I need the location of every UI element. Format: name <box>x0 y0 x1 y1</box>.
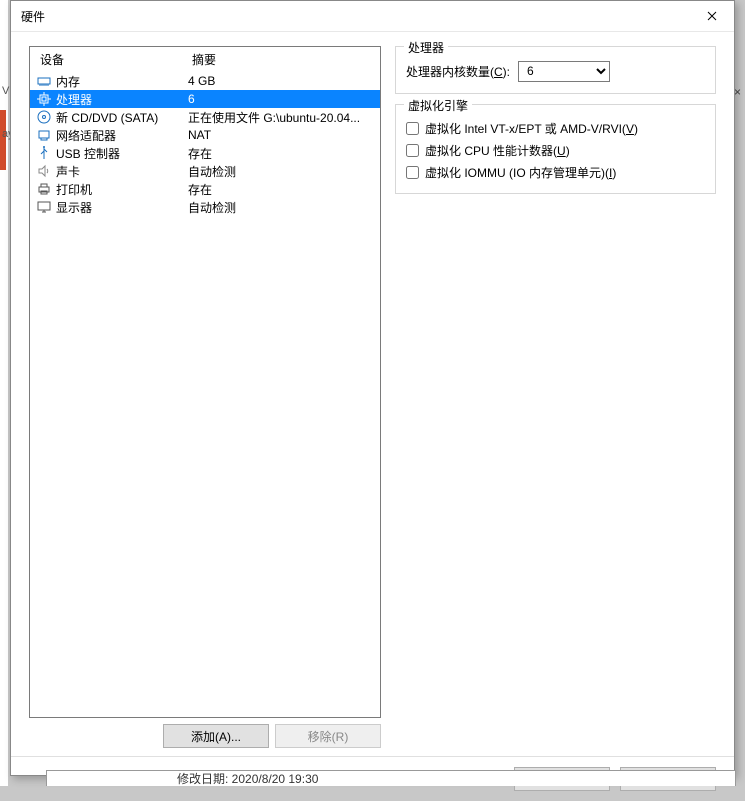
usb-icon <box>36 145 52 161</box>
device-summary: 自动检测 <box>188 199 380 216</box>
bg-close-hint: × <box>734 85 741 99</box>
column-device: 设备 <box>30 51 192 68</box>
cpu-icon <box>36 91 52 107</box>
sound-icon <box>36 163 52 179</box>
add-button[interactable]: 添加(A)... <box>163 724 269 748</box>
device-row[interactable]: 内存 4 GB <box>30 72 380 90</box>
device-summary: 4 GB <box>188 74 380 88</box>
dialog-title: 硬件 <box>21 8 689 25</box>
virt-perf-label: 虚拟化 CPU 性能计数器(U) <box>425 142 570 159</box>
display-icon <box>36 199 52 215</box>
device-summary: 存在 <box>188 145 380 162</box>
remove-button[interactable]: 移除(R) <box>275 724 381 748</box>
processor-cores-select[interactable]: 6 <box>518 61 610 82</box>
cores-label: 处理器内核数量(C): <box>406 63 510 80</box>
device-row[interactable]: 声卡 自动检测 <box>30 162 380 180</box>
nic-icon <box>36 127 52 143</box>
virtualization-group: 虚拟化引擎 虚拟化 Intel VT-x/EPT 或 AMD-V/RVI(V) … <box>395 104 716 194</box>
device-list[interactable]: 设备 摘要 内存 4 GB 处理器 6 新 CD/DVD (SATA) 正在使用文件 G:… <box>29 46 381 718</box>
processors-group: 处理器 处理器内核数量(C): 6 <box>395 46 716 94</box>
hardware-dialog: 硬件 设备 摘要 内存 4 GB 处理器 6 新 CD/DVD (SATA) 正在使用文件… <box>10 0 735 776</box>
device-row[interactable]: 新 CD/DVD (SATA) 正在使用文件 G:\ubuntu-20.04... <box>30 108 380 126</box>
column-summary: 摘要 <box>192 51 380 68</box>
background-window-strip: 修改日期: 2020/8/20 19:30 <box>46 770 736 786</box>
device-summary: 自动检测 <box>188 163 380 180</box>
device-row[interactable]: 处理器 6 <box>30 90 380 108</box>
virt-perf-checkbox[interactable] <box>406 144 419 157</box>
memory-icon <box>36 73 52 89</box>
bg-letter: V <box>2 85 9 97</box>
device-summary: 正在使用文件 G:\ubuntu-20.04... <box>188 109 380 126</box>
device-summary: 存在 <box>188 181 380 198</box>
add-button-label: 添加(A)... <box>191 728 241 745</box>
virt-iommu-checkbox[interactable] <box>406 166 419 179</box>
titlebar: 硬件 <box>11 1 734 32</box>
device-row[interactable]: 网络适配器 NAT <box>30 126 380 144</box>
virtualization-legend: 虚拟化引擎 <box>404 97 472 114</box>
virt-vtx-label: 虚拟化 Intel VT-x/EPT 或 AMD-V/RVI(V) <box>425 120 638 137</box>
printer-icon <box>36 181 52 197</box>
processors-legend: 处理器 <box>404 39 448 56</box>
virt-vtx-checkbox[interactable] <box>406 122 419 135</box>
device-name: 打印机 <box>56 181 92 198</box>
device-name: 新 CD/DVD (SATA) <box>56 109 158 126</box>
close-icon[interactable] <box>689 1 734 31</box>
device-name: 处理器 <box>56 91 92 108</box>
device-row[interactable]: 打印机 存在 <box>30 180 380 198</box>
device-summary: 6 <box>188 92 380 106</box>
virt-iommu-label: 虚拟化 IOMMU (IO 内存管理单元)(I) <box>425 164 616 181</box>
remove-button-label: 移除(R) <box>308 728 349 745</box>
device-name: 内存 <box>56 73 80 90</box>
device-name: USB 控制器 <box>56 145 120 162</box>
device-name: 显示器 <box>56 199 92 216</box>
device-row[interactable]: 显示器 自动检测 <box>30 198 380 216</box>
device-name: 声卡 <box>56 163 80 180</box>
device-summary: NAT <box>188 128 380 142</box>
device-name: 网络适配器 <box>56 127 116 144</box>
device-row[interactable]: USB 控制器 存在 <box>30 144 380 162</box>
device-list-header: 设备 摘要 <box>30 47 380 72</box>
cd-icon <box>36 109 52 125</box>
